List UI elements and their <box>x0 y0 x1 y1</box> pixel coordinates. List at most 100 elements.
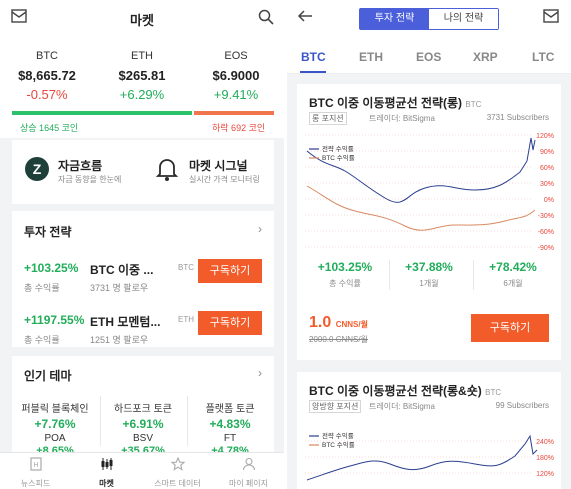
y-tick: -90% <box>538 245 554 252</box>
subscribe-button[interactable]: 구독하기 <box>198 259 262 283</box>
ticker-eth[interactable]: ETH $265.81 +6.29% <box>95 50 189 102</box>
mail-icon[interactable] <box>543 9 559 28</box>
ticker-summary: BTC $8,665.72 -0.57% ETH $265.81 +6.29% … <box>0 38 284 138</box>
user-icon <box>242 457 256 475</box>
star-icon <box>170 456 185 475</box>
strategy-return-label: 총 수익률 <box>24 335 60 345</box>
nav-my-page[interactable]: 마이 페이지 <box>213 457 284 489</box>
theme-item[interactable]: 하드포크 토큰 +6.91% BSV +35.67% <box>100 400 186 457</box>
feature-title: 자금흐름 <box>58 159 103 173</box>
nav-smart-data[interactable]: 스마트 데이터 <box>142 456 213 489</box>
fund-flow-icon: Z <box>24 156 50 187</box>
strategy-return-label: 총 수익률 <box>24 283 60 293</box>
return-chart: 120% 90% 60% 30% 0% -30% -60% -90% 전략 수익… <box>305 133 554 252</box>
y-tick: 120% <box>536 133 554 140</box>
subscribe-button[interactable]: 구독하기 <box>198 311 262 335</box>
tab-eth[interactable]: ETH <box>359 50 383 64</box>
strategy-coin-tag: BTC <box>465 100 482 109</box>
strategy-coin-tag: BTC <box>178 263 194 272</box>
tab-my-strategy[interactable]: 나의 전략 <box>429 9 498 29</box>
market-signal-shortcut[interactable]: 마켓 시그널 실시간 가격 모니터링 <box>143 140 274 204</box>
candlestick-icon <box>100 458 114 475</box>
y-tick: 240% <box>536 439 554 446</box>
strategy-card[interactable]: BTC 이중 이동평균선 전략(롱&숏) BTC 양방향 포지션 트레이더: B… <box>297 372 561 489</box>
section-title: 인기 테마 <box>24 369 72 383</box>
ticker-eos[interactable]: EOS $6.9000 +9.41% <box>189 50 283 102</box>
search-icon[interactable] <box>258 9 274 30</box>
chevron-right-icon[interactable]: › <box>258 222 262 236</box>
strategy-return: +1197.55% <box>24 313 85 327</box>
theme-change: +6.91% <box>122 417 164 431</box>
legend-btc: BTC 수익률 <box>322 154 355 162</box>
bell-icon <box>155 156 179 187</box>
stat-value: +103.25% <box>317 260 373 274</box>
strategy-name: ETH 모멘텀... <box>90 315 161 329</box>
strategy-title-text: BTC 이중 이동평균선 전략(롱) <box>309 96 463 110</box>
tab-btc[interactable]: BTC <box>301 50 326 64</box>
strategy-coin-tag: BTC <box>485 388 502 397</box>
strategy-card[interactable]: BTC 이중 이동평균선 전략(롱) BTC 롱 포지션 트레이더: BitSi… <box>297 84 561 360</box>
news-icon: H <box>29 457 43 475</box>
down-count: 하락 692 코인 <box>212 123 266 133</box>
strategy-card-title: BTC 이중 이동평균선 전략(롱&숏) BTC <box>309 382 501 399</box>
y-tick: 180% <box>536 455 554 462</box>
theme-name: 하드포크 토큰 <box>114 404 172 415</box>
theme-change: +4.83% <box>209 417 251 431</box>
y-tick: 120% <box>536 471 554 478</box>
svg-text:Z: Z <box>33 161 42 177</box>
coin-tabs: BTC ETH EOS XRP LTC <box>287 38 571 74</box>
active-tab-indicator <box>300 71 326 73</box>
theme-item[interactable]: 플랫폼 토큰 +4.83% FT +4.78% <box>187 400 273 457</box>
subscribe-button[interactable]: 구독하기 <box>471 314 549 342</box>
ticker-price: $8,665.72 <box>18 68 76 83</box>
stat-total: +103.25% 총 수익률 <box>305 260 385 289</box>
tab-ltc[interactable]: LTC <box>532 50 554 64</box>
original-price: 2000.0 CNNS/월 <box>309 335 368 344</box>
subscriber-count: 99 Subscribers <box>495 401 549 410</box>
strategy-segment-control: 투자 전략 나의 전략 <box>359 8 499 30</box>
theme-change: +7.76% <box>34 417 76 431</box>
y-tick: 0% <box>544 197 554 204</box>
back-arrow-icon[interactable] <box>297 9 313 28</box>
feature-subtitle: 실시간 가격 모니터링 <box>189 175 260 184</box>
theme-name: 플랫폼 토큰 <box>205 404 255 415</box>
position-badge: 롱 포지션 <box>309 112 347 125</box>
ticker-change: -0.57% <box>26 87 68 102</box>
stat-label: 1개월 <box>419 279 439 288</box>
strategy-followers: 3731 명 팔로우 <box>90 283 149 293</box>
fund-flow-shortcut[interactable]: Z 자금흐름 자금 동향을 한눈에 <box>12 140 143 204</box>
theme-item[interactable]: 퍼블릭 블록체인 +7.76% POA +8.65% <box>12 400 98 457</box>
trader-name: 트레이더: BitSigma <box>369 114 435 123</box>
tab-investment-strategy[interactable]: 투자 전략 <box>360 9 429 29</box>
up-ratio-bar <box>12 111 192 115</box>
ticker-symbol: EOS <box>224 50 248 62</box>
subscription-price: 1.0 CNNS/월 <box>309 314 368 332</box>
nav-label: 뉴스피드 <box>20 479 51 488</box>
ticker-btc[interactable]: BTC $8,665.72 -0.57% <box>0 50 94 102</box>
theme-top-coin: BSV <box>132 433 153 444</box>
y-tick: 60% <box>540 165 554 172</box>
nav-label: 마이 페이지 <box>228 479 269 488</box>
y-tick: -30% <box>538 213 554 220</box>
market-header: 마켓 <box>0 0 284 38</box>
nav-label: 스마트 데이터 <box>154 479 201 488</box>
strategy-followers: 1251 명 팔로우 <box>90 335 149 345</box>
chevron-right-icon[interactable]: › <box>258 366 262 380</box>
up-count: 상승 1645 코인 <box>20 123 79 133</box>
return-chart: 240% 180% 120% 전략 수익률 BTC 수익률 <box>305 431 554 481</box>
svg-text:H: H <box>33 462 38 469</box>
ticker-symbol: ETH <box>131 50 153 62</box>
tab-eos[interactable]: EOS <box>416 50 441 64</box>
tab-xrp[interactable]: XRP <box>473 50 498 64</box>
strategy-item[interactable]: +1197.55% 총 수익률 ETH 모멘텀... 1251 명 팔로우 ET… <box>12 307 274 359</box>
bottom-nav: H 뉴스피드 마켓 스마트 데이터 마이 페이지 <box>0 452 284 489</box>
legend-strategy: 전략 수익률 <box>322 431 354 440</box>
page-title: 마켓 <box>130 13 154 28</box>
theme-top-coin: POA <box>44 433 66 444</box>
stat-value: +37.88% <box>405 260 453 274</box>
strategy-item[interactable]: +103.25% 총 수익률 BTC 이중 ... 3731 명 팔로우 BTC… <box>12 255 274 307</box>
stat-label: 총 수익률 <box>329 279 361 288</box>
nav-newsfeed[interactable]: H 뉴스피드 <box>0 457 71 489</box>
down-ratio-bar <box>194 111 274 115</box>
nav-market[interactable]: 마켓 <box>71 457 142 489</box>
